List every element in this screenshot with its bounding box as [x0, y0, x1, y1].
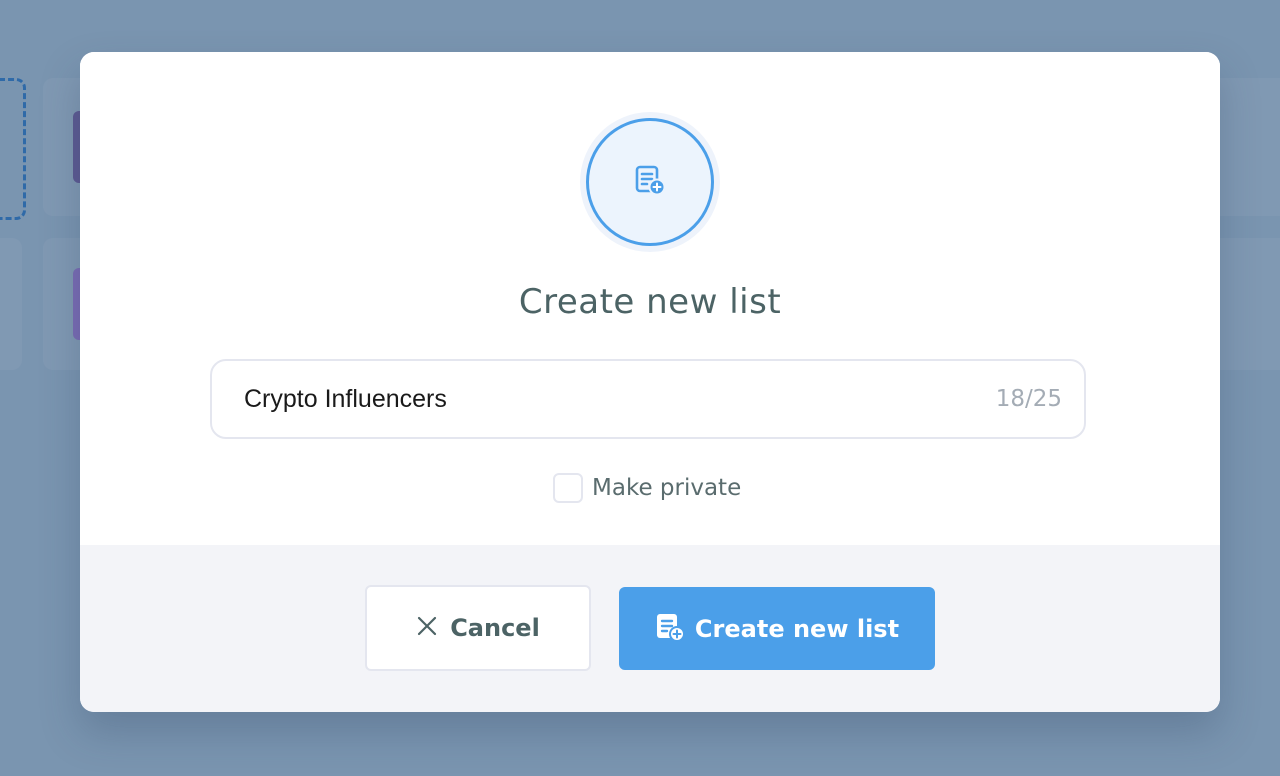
cancel-button-label: Cancel [450, 614, 540, 642]
make-private-checkbox[interactable] [553, 473, 583, 503]
make-private-label[interactable]: Make private [592, 475, 741, 501]
close-icon [416, 615, 438, 641]
background-card [0, 238, 22, 370]
cancel-button[interactable]: Cancel [365, 585, 591, 671]
character-counter: 18/25 [995, 386, 1062, 412]
create-new-list-button[interactable]: Create new list [619, 587, 935, 670]
background-dashed-card [0, 78, 26, 220]
list-name-input[interactable] [244, 361, 944, 437]
header-icon-circle [586, 118, 714, 246]
list-name-field[interactable]: 18/25 [210, 359, 1086, 439]
list-add-icon [634, 164, 666, 200]
list-add-icon [655, 612, 685, 646]
dialog-body: Create new list 18/25 Make private [80, 52, 1220, 545]
create-new-list-button-label: Create new list [694, 614, 900, 643]
dialog-title: Create new list [518, 282, 782, 322]
make-private-option[interactable]: Make private [553, 470, 741, 506]
